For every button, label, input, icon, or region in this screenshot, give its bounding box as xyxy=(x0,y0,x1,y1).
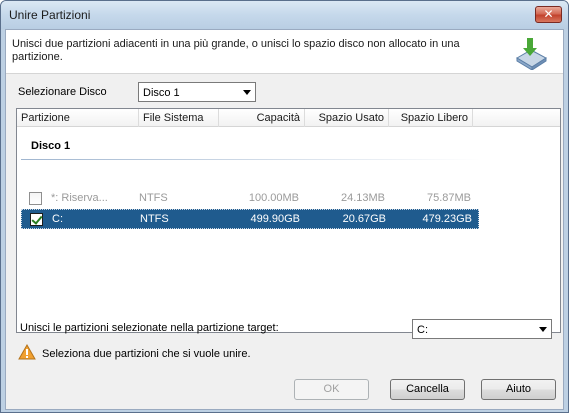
table-row-selected[interactable]: C: NTFS 499.90GB 20.67GB 479.23GB xyxy=(21,209,479,229)
disk-group-label: Disco 1 xyxy=(31,140,71,152)
cell-free: 75.87MB xyxy=(426,192,471,204)
cell-capacity: 499.90GB xyxy=(250,213,300,225)
target-select-value: C: xyxy=(417,324,428,336)
cell-filesystem: NTFS xyxy=(139,192,168,204)
column-header-partition[interactable]: Partizione xyxy=(17,109,139,127)
chevron-down-icon[interactable] xyxy=(539,327,547,332)
column-header-free[interactable]: Spazio Libero xyxy=(389,109,473,127)
warning-message: Seleziona due partizioni che si vuole un… xyxy=(42,348,251,360)
column-header-filesystem[interactable]: File Sistema xyxy=(139,109,219,127)
disk-select-value: Disco 1 xyxy=(143,87,180,99)
row-checkbox[interactable] xyxy=(29,192,42,205)
cell-capacity: 100.00MB xyxy=(248,192,299,204)
row-checkbox[interactable] xyxy=(30,213,43,226)
chevron-down-icon[interactable] xyxy=(243,90,251,95)
dialog-window: Unire Partizioni ✕ Unisci due partizioni… xyxy=(0,0,569,413)
close-icon: ✕ xyxy=(543,7,554,21)
group-divider xyxy=(21,159,481,160)
dialog-body: Unisci due partizioni adiacenti in una p… xyxy=(5,29,564,410)
cell-partition: *: Riserva... xyxy=(51,192,108,204)
disk-select[interactable]: Disco 1 xyxy=(138,82,256,102)
merge-partition-icon xyxy=(516,38,547,70)
target-partition-select[interactable]: C: xyxy=(412,319,552,339)
cell-free: 479.23GB xyxy=(422,213,472,225)
target-partition-label: Unisci le partizioni selezionate nella p… xyxy=(20,322,279,334)
column-header-used[interactable]: Spazio Usato xyxy=(305,109,389,127)
help-button[interactable]: Aiuto xyxy=(481,379,556,400)
window-title: Unire Partizioni xyxy=(9,8,91,22)
table-row[interactable]: *: Riserva... NTFS 100.00MB 24.13MB 75.8… xyxy=(21,189,479,209)
cell-filesystem: NTFS xyxy=(140,213,169,225)
header-description: Unisci due partizioni adiacenti in una p… xyxy=(12,38,460,63)
close-button[interactable]: ✕ xyxy=(535,6,562,23)
partition-table: Partizione File Sistema Capacità Spazio … xyxy=(16,108,561,333)
column-header-capacity[interactable]: Capacità xyxy=(219,109,305,127)
cell-partition: C: xyxy=(52,213,63,225)
cell-used: 24.13MB xyxy=(340,192,385,204)
select-disk-label: Selezionare Disco xyxy=(18,86,107,98)
title-bar[interactable]: Unire Partizioni ✕ xyxy=(1,1,568,29)
table-header: Partizione File Sistema Capacità Spazio … xyxy=(17,109,560,127)
cell-used: 20.67GB xyxy=(342,213,386,225)
header-panel: Unisci due partizioni adiacenti in una p… xyxy=(6,30,563,74)
warning-icon xyxy=(18,344,36,360)
ok-button[interactable]: OK xyxy=(294,379,369,400)
cancel-button[interactable]: Cancella xyxy=(390,379,465,400)
